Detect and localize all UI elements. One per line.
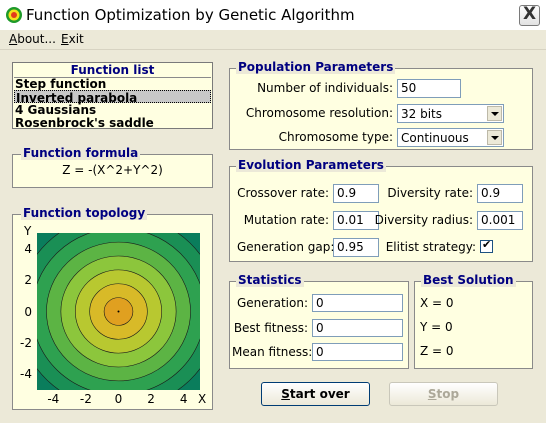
x-tick-label: -4: [47, 392, 60, 406]
window-title: Function Optimization by Genetic Algorit…: [26, 6, 355, 24]
y-tick-label: -2: [20, 335, 32, 350]
y-axis-label: Y: [24, 224, 32, 238]
function-formula-title: Function formula: [21, 146, 141, 160]
function-list-item[interactable]: Step function: [14, 77, 211, 91]
checkmark-icon: ✔: [482, 238, 492, 251]
x-tick-label: 0: [114, 392, 123, 406]
generation-value: 0: [312, 294, 403, 312]
evolution-title: Evolution Parameters: [236, 158, 386, 172]
best-fitness-label: Best fitness:: [233, 321, 308, 335]
function-list-item[interactable]: 4 Gaussians: [14, 103, 211, 117]
menu-bar: About... Exit: [0, 30, 546, 50]
function-list-header: Function list: [14, 63, 211, 78]
mutation-label: Mutation rate:: [243, 213, 329, 227]
diversity-radius-input[interactable]: 0.001: [477, 211, 523, 230]
generation-gap-input[interactable]: 0.95: [333, 238, 379, 257]
menu-exit[interactable]: Exit: [61, 32, 84, 46]
diversity-radius-label: Diversity radius:: [374, 213, 473, 227]
y-tick-label: 2: [24, 273, 32, 288]
statistics-title: Statistics: [236, 273, 304, 287]
diversity-rate-label: Diversity rate:: [387, 186, 473, 200]
individuals-input[interactable]: 50: [397, 79, 461, 98]
crossover-label: Crossover rate:: [237, 186, 329, 200]
y-tick-label: -4: [20, 367, 32, 382]
close-button[interactable]: X: [519, 4, 540, 26]
resolution-dropdown[interactable]: 32 bits: [397, 104, 504, 123]
resolution-value: 32 bits: [401, 107, 442, 121]
mean-fitness-label: Mean fitness:: [232, 345, 313, 359]
best-y: Y = 0: [420, 320, 453, 334]
main-window: Function Optimization by Genetic Algorit…: [0, 0, 546, 423]
app-icon: [6, 7, 22, 23]
individuals-label: Number of individuals:: [257, 81, 393, 95]
function-list-item-selected[interactable]: Inverted parabola: [14, 90, 211, 105]
function-topology-title: Function topology: [21, 206, 148, 220]
chevron-down-icon[interactable]: [487, 130, 502, 145]
function-list-item[interactable]: Rosenbrock's saddle: [14, 116, 211, 130]
best-fitness-value: 0: [312, 319, 403, 337]
chromosome-type-value: Continuous: [401, 131, 469, 145]
x-tick-label: 4: [179, 392, 188, 406]
diversity-rate-input[interactable]: 0.9: [477, 184, 523, 203]
function-list[interactable]: Function list Step function Inverted par…: [12, 62, 213, 130]
y-tick-label: 4: [24, 241, 32, 256]
generation-gap-label: Generation gap:: [237, 240, 335, 254]
population-title: Population Parameters: [236, 60, 396, 74]
mean-fitness-value: 0: [312, 343, 403, 361]
mutation-input[interactable]: 0.01: [333, 211, 379, 230]
x-axis-label: X: [198, 392, 207, 406]
title-bar[interactable]: Function Optimization by Genetic Algorit…: [0, 0, 546, 30]
crossover-input[interactable]: 0.9: [333, 184, 379, 203]
topology-plot: [37, 233, 200, 390]
x-tick-label: -2: [79, 392, 92, 406]
start-over-button[interactable]: Start over: [261, 382, 370, 406]
chromosome-type-dropdown[interactable]: Continuous: [397, 128, 504, 147]
chevron-down-icon[interactable]: [487, 106, 502, 121]
close-icon: X: [523, 4, 537, 24]
best-x: X = 0: [420, 296, 454, 310]
y-tick-label: 0: [24, 304, 32, 319]
function-formula-panel: Function formula Z = -(X^2+Y^2): [12, 146, 213, 188]
resolution-label: Chromosome resolution:: [245, 106, 393, 120]
elitist-label: Elitist strategy:: [385, 240, 476, 254]
elitist-checkbox[interactable]: ✔: [480, 238, 493, 253]
x-tick-label: 2: [147, 392, 155, 406]
best-solution-title: Best Solution: [421, 273, 516, 287]
generation-label: Generation:: [237, 296, 308, 310]
stop-button[interactable]: Stop: [389, 382, 498, 406]
function-formula-text: Z = -(X^2+Y^2): [62, 163, 163, 177]
chromosome-type-label: Chromosome type:: [278, 130, 393, 144]
menu-about[interactable]: About...: [9, 32, 56, 46]
optimum-marker: [117, 310, 120, 313]
best-z: Z = 0: [420, 344, 454, 358]
